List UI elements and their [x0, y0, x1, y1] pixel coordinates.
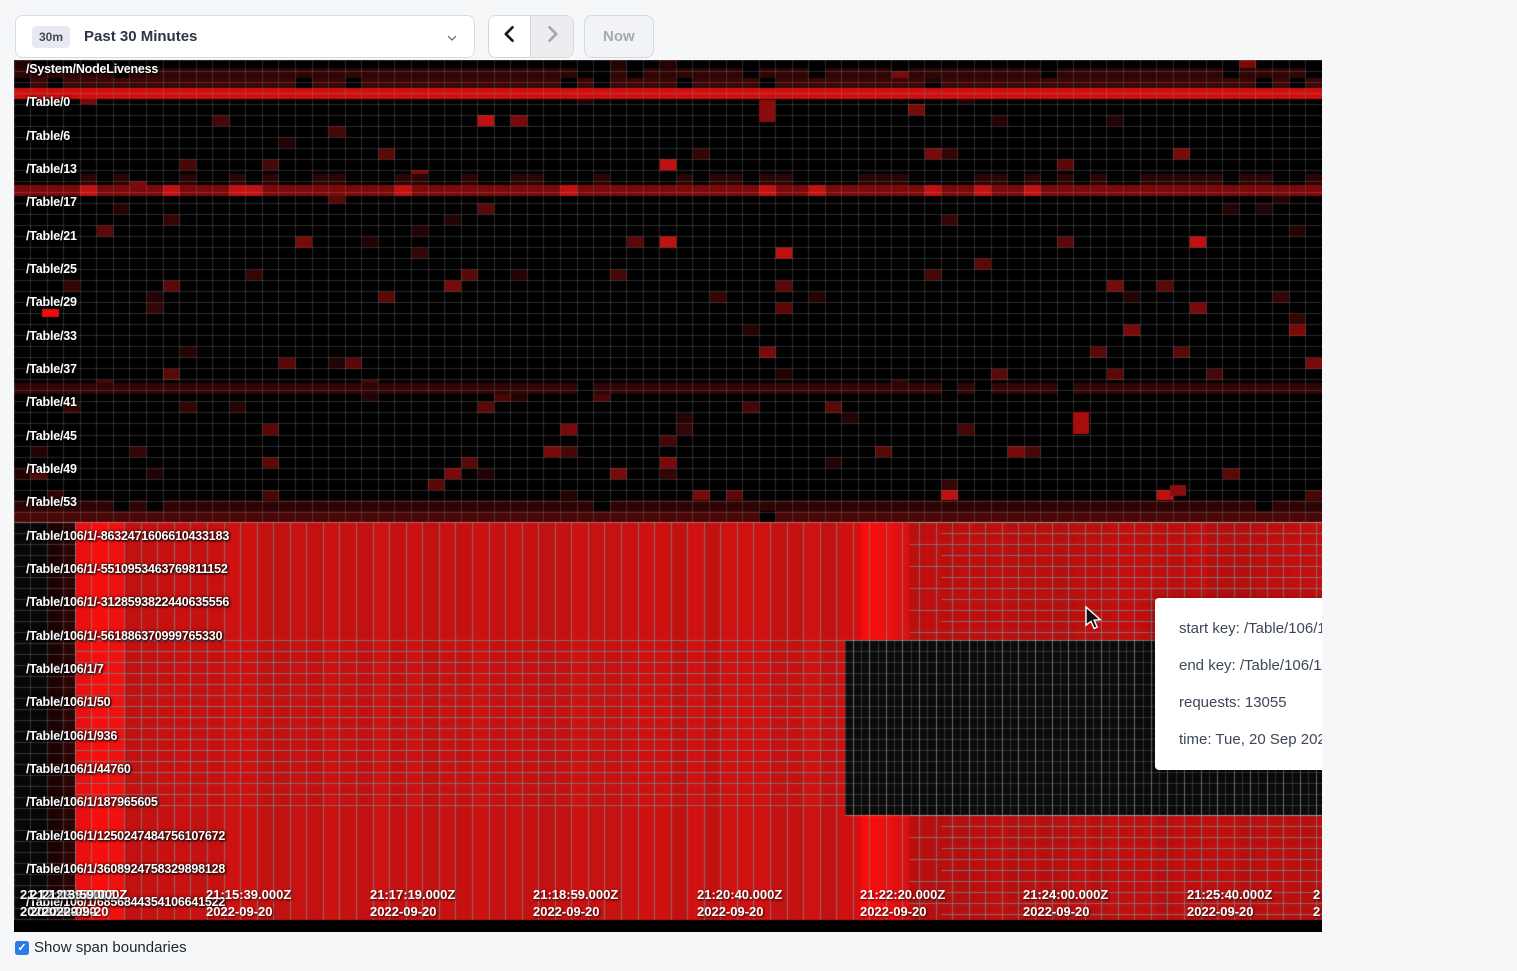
- time-range-label: Past 30 Minutes: [84, 28, 446, 45]
- time-nav-group: [488, 15, 574, 58]
- next-time-button[interactable]: [531, 16, 573, 57]
- time-range-badge: 30m: [32, 26, 70, 48]
- chevron-right-icon: [542, 24, 562, 49]
- previous-time-button[interactable]: [489, 16, 531, 57]
- tooltip-line: requests: 13055: [1179, 684, 1322, 721]
- tooltip-line: end key: /Table/106/1/-18683814745282642…: [1179, 647, 1322, 684]
- chevron-down-icon: [446, 31, 458, 43]
- chevron-left-icon: [500, 24, 520, 49]
- show-span-boundaries-checkbox[interactable]: ✓: [15, 941, 29, 955]
- footer: ✓ Show span boundaries: [15, 939, 187, 956]
- time-range-dropdown[interactable]: 30m Past 30 Minutes: [15, 15, 475, 58]
- tooltip-line: time: Tue, 20 Sep 2022 21:24:40 GMT: [1179, 721, 1322, 758]
- tooltip: start key: /Table/106/1/-247433150824388…: [1155, 598, 1322, 770]
- tooltip-line: start key: /Table/106/1/-247433150824388…: [1179, 610, 1322, 647]
- heatmap-canvas[interactable]: [14, 60, 1322, 932]
- show-span-boundaries-label: Show span boundaries: [34, 939, 187, 956]
- now-button[interactable]: Now: [584, 15, 654, 58]
- key-visualizer-heatmap: /System/NodeLiveness/Table/0/Table/6/Tab…: [14, 60, 1322, 932]
